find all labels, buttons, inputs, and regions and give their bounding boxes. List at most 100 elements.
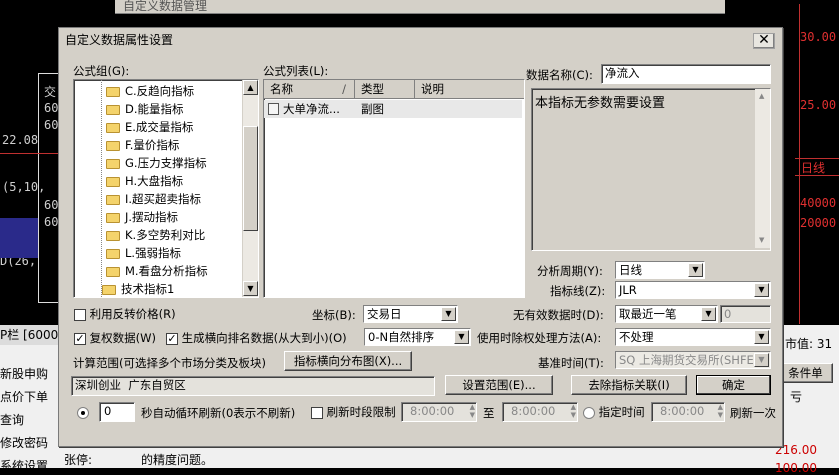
- formula-list[interactable]: 名称 / 类型 说明 大单净流... 副图: [263, 79, 525, 298]
- remove-link-button[interactable]: 去除指标关联(I): [571, 375, 687, 395]
- tree-item[interactable]: 技术指标1: [102, 280, 174, 297]
- conditional-order-button[interactable]: 条件单: [778, 363, 833, 383]
- chevron-down-icon[interactable]: ▼: [754, 330, 769, 344]
- close-button[interactable]: ✕: [753, 33, 775, 49]
- footer-note: 张停: 的精度问题。: [58, 447, 770, 468]
- value-cell: 100.00: [775, 461, 817, 475]
- tree-item[interactable]: J.摆动指标: [106, 208, 178, 226]
- to-label: 至: [483, 406, 495, 420]
- folder-icon: [102, 285, 116, 295]
- data-name-input[interactable]: 净流入: [601, 64, 771, 84]
- chart-text: 60: [44, 118, 59, 132]
- tree-item[interactable]: L.强弱指标: [106, 244, 181, 262]
- tree-item[interactable]: E.成交量指标: [106, 118, 193, 136]
- tree-item-label: J.摆动指标: [125, 210, 179, 224]
- auto-refresh-radio[interactable]: [77, 405, 89, 419]
- column-header-desc[interactable]: 说明: [415, 80, 524, 99]
- column-header-type[interactable]: 类型: [355, 80, 415, 99]
- base-time-select: SQ 上海期货交易所(SHFE ▼: [615, 351, 771, 369]
- rank-order-select[interactable]: 0-N自然排序 ▼: [364, 328, 471, 346]
- spinner-icon: ▲ ▼: [570, 403, 576, 419]
- parameter-panel: 本指标无参数需要设置 ▲ ▼: [531, 88, 771, 251]
- chevron-down-icon[interactable]: ▼: [701, 307, 716, 321]
- panel-title: P栏 [6000: [0, 325, 60, 345]
- param-scrollbar[interactable]: ▲ ▼: [755, 89, 770, 248]
- radio-icon[interactable]: [77, 406, 89, 419]
- restore-data-checkbox[interactable]: ✓ 复权数据(W): [74, 330, 156, 346]
- trade-nav-panel: P栏 [6000 新股申购 点价下单 查询 修改密码 系统设置: [0, 325, 60, 473]
- spinner-icon: ▲ ▼: [469, 403, 475, 419]
- formula-group-tree[interactable]: C.反趋向指标 D.能量指标 E.成交量指标 F.量价指标 G.压力支撑指标 H.大盘指标…: [73, 79, 259, 298]
- tree-item[interactable]: D.能量指标: [106, 100, 184, 118]
- note-text: 的精度问题。: [141, 453, 214, 467]
- tree-item-label: M.看盘分析指标: [125, 264, 208, 278]
- refresh-period-checkbox[interactable]: 刷新时段限制: [311, 404, 396, 420]
- calc-range-label: 计算范围(可选择多个市场分类及板块): [73, 356, 266, 370]
- fixed-time-radio[interactable]: 指定时间: [583, 404, 645, 420]
- tree-item-label: G.压力支撑指标: [125, 156, 207, 170]
- nav-item[interactable]: 修改密码: [0, 434, 48, 451]
- invalid-data-select[interactable]: 取最近一笔 ▼: [615, 305, 718, 323]
- tree-item[interactable]: F.量价指标: [106, 136, 179, 154]
- folder-icon: [106, 249, 120, 259]
- price-label: 25.00: [800, 98, 837, 112]
- nav-item[interactable]: 系统设置: [0, 457, 48, 474]
- scroll-up-icon[interactable]: ▲: [243, 80, 258, 95]
- checkbox-icon[interactable]: ✓: [74, 332, 86, 345]
- chart-area-left: 交 60 60 22.08 (5,10, 60 60 D(26,: [0, 28, 58, 328]
- indicator-line-select[interactable]: JLR ▼: [615, 281, 771, 299]
- coordinate-label: 坐标(B):: [312, 308, 356, 322]
- tree-item[interactable]: G.压力支撑指标: [106, 154, 207, 172]
- chevron-down-icon[interactable]: ▼: [688, 263, 703, 277]
- nav-item[interactable]: 新股申购: [0, 365, 48, 382]
- folder-icon: [106, 195, 120, 205]
- tree-item-label: E.成交量指标: [125, 120, 194, 134]
- table-row[interactable]: 大单净流... 副图: [264, 100, 522, 118]
- checkbox-icon[interactable]: [74, 308, 86, 321]
- refresh-label: 秒自动循环刷新(0表示不刷新): [141, 406, 296, 420]
- ok-button[interactable]: 确定: [696, 375, 771, 395]
- data-name-label: 数据名称(C):: [526, 68, 593, 82]
- tree-item[interactable]: K.多空势利对比: [106, 226, 205, 244]
- nav-item[interactable]: 点价下单: [0, 388, 48, 405]
- tree-item-label: H.大盘指标: [125, 174, 184, 188]
- tree-item[interactable]: C.反趋向指标: [106, 82, 194, 100]
- rank-data-checkbox[interactable]: ✓ 生成横向排名数据(从大到小)(O): [166, 330, 347, 346]
- formula-name-cell: 大单净流...: [283, 102, 340, 116]
- ex-rights-select[interactable]: 不处理 ▼: [615, 328, 771, 346]
- tree-scrollbar[interactable]: ▲ ▼: [242, 80, 258, 297]
- chart-text: 交: [44, 85, 57, 99]
- tree-item[interactable]: H.大盘指标: [106, 172, 183, 190]
- coordinate-select[interactable]: 交易日 ▼: [363, 305, 458, 323]
- price-label: 30.00: [800, 30, 837, 44]
- folder-icon: [106, 213, 120, 223]
- indicator-distribution-button[interactable]: 指标横向分布图(X)...: [284, 351, 412, 371]
- tree-item-label: I.超买超卖指标: [125, 192, 202, 206]
- use-reversal-checkbox[interactable]: 利用反转价格(R): [74, 306, 176, 322]
- chevron-down-icon[interactable]: ▼: [754, 283, 769, 297]
- scroll-down-icon[interactable]: ▼: [243, 281, 258, 296]
- chevron-down-icon: ▼: [754, 353, 769, 367]
- checkbox-icon[interactable]: ✓: [166, 332, 178, 345]
- tree-item-label: D.能量指标: [125, 102, 184, 116]
- radio-icon[interactable]: [583, 406, 595, 419]
- period-select[interactable]: 日线 ▼: [615, 261, 705, 279]
- formula-group-label: 公式组(G):: [73, 64, 130, 78]
- chart-text: 60: [44, 215, 59, 229]
- chevron-down-icon[interactable]: ▼: [441, 307, 456, 321]
- set-range-button[interactable]: 设置范围(E)...: [445, 375, 553, 395]
- nav-item[interactable]: 查询: [0, 411, 24, 428]
- tree-item[interactable]: I.超买超卖指标: [106, 190, 201, 208]
- formula-list-label: 公式列表(L):: [263, 64, 329, 78]
- time-start-input: 8:00:00 ▲ ▼: [401, 402, 477, 422]
- tree-item[interactable]: M.看盘分析指标: [106, 262, 208, 280]
- ex-rights-label: 使用时除权处理方法(A):: [477, 331, 602, 345]
- spinner-icon: ▲ ▼: [717, 403, 723, 419]
- scroll-thumb[interactable]: [243, 126, 258, 231]
- checkbox-icon[interactable]: [311, 406, 323, 419]
- column-header-name[interactable]: 名称 /: [264, 80, 355, 99]
- refresh-seconds-input[interactable]: 0: [99, 402, 135, 422]
- volume-label: 20000: [800, 216, 837, 230]
- chevron-down-icon[interactable]: ▼: [454, 330, 469, 344]
- tree-item-label: C.反趋向指标: [125, 84, 195, 98]
